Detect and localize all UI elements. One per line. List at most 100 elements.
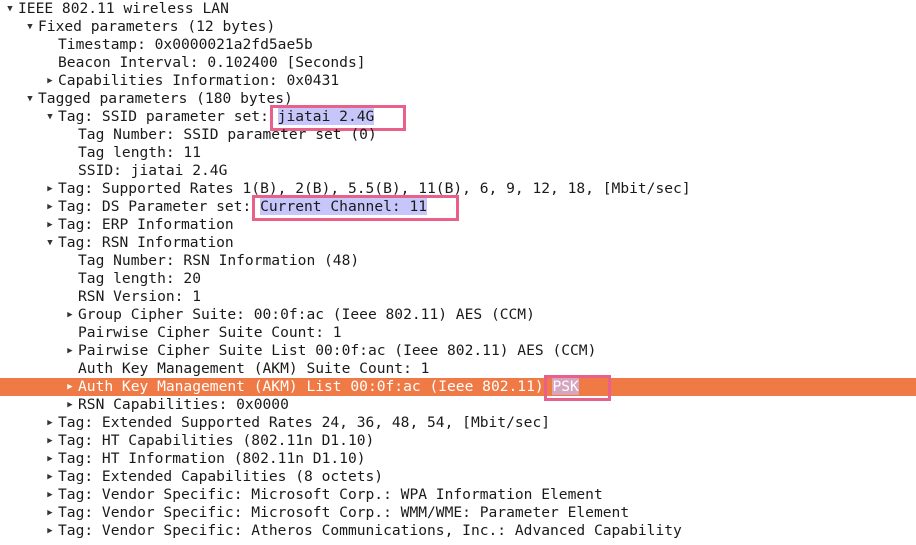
tree-row-label: RSN Version: 1 bbox=[78, 288, 202, 305]
tree-row-text: Tagged parameters (180 bytes) bbox=[38, 90, 293, 108]
tree-row-label: Tag: Supported Rates 1(B), 2(B), 5.5(B),… bbox=[58, 180, 691, 197]
tree-row-label: Tag length: 20 bbox=[78, 270, 202, 287]
tree-row[interactable]: Tag Number: RSN Information (48) bbox=[0, 252, 916, 270]
tree-row[interactable]: Tag length: 20 bbox=[0, 270, 916, 288]
tree-row[interactable]: ▼ IEEE 802.11 wireless LAN bbox=[0, 0, 916, 18]
tree-row-text: Tag: Vendor Specific: Microsoft Corp.: W… bbox=[58, 504, 629, 522]
tree-row-text: Tag: RSN Information bbox=[58, 234, 234, 252]
tree-row[interactable]: Tag Number: SSID parameter set (0) bbox=[0, 126, 916, 144]
tree-row-label: Tag: SSID parameter set: bbox=[58, 108, 278, 125]
collapsed-arrow-icon[interactable]: ▶ bbox=[44, 216, 56, 234]
tree-row-value: PSK bbox=[552, 378, 579, 395]
tree-row[interactable]: Auth Key Management (AKM) Suite Count: 1 bbox=[0, 360, 916, 378]
collapsed-arrow-icon[interactable]: ▶ bbox=[44, 522, 56, 540]
tree-row-text: Tag: ERP Information bbox=[58, 216, 234, 234]
tree-row-text: Tag: SSID parameter set: jiatai 2.4G bbox=[58, 108, 375, 126]
tree-row-text: Tag: Supported Rates 1(B), 2(B), 5.5(B),… bbox=[58, 180, 691, 198]
expanded-arrow-icon[interactable]: ▼ bbox=[4, 0, 16, 18]
tree-row-text: Tag: DS Parameter set: Current Channel: … bbox=[58, 198, 428, 216]
tree-row[interactable]: Pairwise Cipher Suite Count: 1 bbox=[0, 324, 916, 342]
tree-row[interactable]: ▼ Fixed parameters (12 bytes) bbox=[0, 18, 916, 36]
tree-row[interactable]: ▶ Group Cipher Suite: 00:0f:ac (Ieee 802.… bbox=[0, 306, 916, 324]
tree-row-text: Tag: Extended Capabilities (8 octets) bbox=[58, 468, 383, 486]
tree-row-label: Tagged parameters (180 bytes) bbox=[38, 90, 293, 107]
tree-row-label: Tag: Extended Capabilities (8 octets) bbox=[58, 468, 384, 485]
tree-row-label: Beacon Interval: 0.102400 [Seconds] bbox=[58, 54, 366, 71]
collapsed-arrow-icon[interactable]: ▶ bbox=[64, 306, 76, 324]
collapsed-arrow-icon[interactable]: ▶ bbox=[44, 486, 56, 504]
tree-row[interactable]: ▶ Tag: Supported Rates 1(B), 2(B), 5.5(B)… bbox=[0, 180, 916, 198]
tree-row[interactable]: ▼ Tagged parameters (180 bytes) bbox=[0, 90, 916, 108]
tree-row[interactable]: ▶ Tag: Extended Supported Rates 24, 36, 4… bbox=[0, 414, 916, 432]
tree-row[interactable]: ▶ Tag: HT Capabilities (802.11n D1.10) bbox=[0, 432, 916, 450]
tree-row[interactable]: ▶ Pairwise Cipher Suite List 00:0f:ac (Ie… bbox=[0, 342, 916, 360]
tree-row-text: Tag length: 11 bbox=[78, 144, 201, 162]
tree-row[interactable]: ▼ Tag: RSN Information bbox=[0, 234, 916, 252]
tree-row-text: Tag length: 20 bbox=[78, 270, 201, 288]
expanded-arrow-icon[interactable]: ▼ bbox=[44, 108, 56, 126]
collapsed-arrow-icon[interactable]: ▶ bbox=[64, 396, 76, 414]
collapsed-arrow-icon[interactable]: ▶ bbox=[44, 504, 56, 522]
tree-row-label: IEEE 802.11 wireless LAN bbox=[18, 0, 229, 17]
tree-row-text: RSN Capabilities: 0x0000 bbox=[78, 396, 289, 414]
tree-row[interactable]: ▶ Auth Key Management (AKM) List 00:0f:ac… bbox=[0, 378, 916, 396]
tree-row[interactable]: ▶ Tag: Extended Capabilities (8 octets) bbox=[0, 468, 916, 486]
tree-row-text: Tag: Vendor Specific: Atheros Communicat… bbox=[58, 522, 682, 540]
tree-row-label: RSN Capabilities: 0x0000 bbox=[78, 396, 289, 413]
tree-row[interactable]: ▶ Tag: ERP Information bbox=[0, 216, 916, 234]
collapsed-arrow-icon[interactable]: ▶ bbox=[44, 72, 56, 90]
tree-row-label: Tag: Vendor Specific: Microsoft Corp.: W… bbox=[58, 486, 603, 503]
tree-row-value: Current Channel: 11 bbox=[260, 198, 428, 215]
tree-row[interactable]: Tag length: 11 bbox=[0, 144, 916, 162]
collapsed-arrow-icon[interactable]: ▶ bbox=[44, 180, 56, 198]
collapsed-arrow-icon[interactable]: ▶ bbox=[44, 414, 56, 432]
tree-row-text: Timestamp: 0x0000021a2fd5ae5b bbox=[58, 36, 313, 54]
tree-row[interactable]: SSID: jiatai 2.4G bbox=[0, 162, 916, 180]
tree-row-text: SSID: jiatai 2.4G bbox=[78, 162, 227, 180]
tree-row-text: Tag: Extended Supported Rates 24, 36, 48… bbox=[58, 414, 550, 432]
tree-row[interactable]: ▶ Tag: HT Information (802.11n D1.10) bbox=[0, 450, 916, 468]
tree-row-text: Beacon Interval: 0.102400 [Seconds] bbox=[58, 54, 366, 72]
tree-row-text: Tag: HT Information (802.11n D1.10) bbox=[58, 450, 366, 468]
expanded-arrow-icon[interactable]: ▼ bbox=[44, 234, 56, 252]
tree-row-label: Tag: RSN Information bbox=[58, 234, 234, 251]
expanded-arrow-icon[interactable]: ▼ bbox=[24, 90, 36, 108]
collapsed-arrow-icon[interactable]: ▶ bbox=[64, 342, 76, 360]
tree-row-label: Tag: HT Information (802.11n D1.10) bbox=[58, 450, 366, 467]
tree-row-text: Tag Number: RSN Information (48) bbox=[78, 252, 359, 270]
tree-row-label: Tag Number: SSID parameter set (0) bbox=[78, 126, 377, 143]
tree-row-label: Tag: Vendor Specific: Atheros Communicat… bbox=[58, 522, 682, 539]
collapsed-arrow-icon[interactable]: ▶ bbox=[44, 198, 56, 216]
collapsed-arrow-icon[interactable]: ▶ bbox=[64, 378, 76, 396]
tree-row-label: Fixed parameters (12 bytes) bbox=[38, 18, 276, 35]
tree-row-label: SSID: jiatai 2.4G bbox=[78, 162, 228, 179]
tree-row-label: Pairwise Cipher Suite List 00:0f:ac (Iee… bbox=[78, 342, 597, 359]
tree-row-text: Tag: Vendor Specific: Microsoft Corp.: W… bbox=[58, 486, 603, 504]
tree-row[interactable]: Beacon Interval: 0.102400 [Seconds] bbox=[0, 54, 916, 72]
collapsed-arrow-icon[interactable]: ▶ bbox=[44, 450, 56, 468]
tree-row[interactable]: Timestamp: 0x0000021a2fd5ae5b bbox=[0, 36, 916, 54]
tree-row-label: Tag Number: RSN Information (48) bbox=[78, 252, 360, 269]
tree-row-label: Tag: ERP Information bbox=[58, 216, 234, 233]
tree-row[interactable]: ▶ RSN Capabilities: 0x0000 bbox=[0, 396, 916, 414]
tree-row-label: Pairwise Cipher Suite Count: 1 bbox=[78, 324, 342, 341]
tree-row-label: Auth Key Management (AKM) List 00:0f:ac … bbox=[78, 378, 553, 395]
tree-row[interactable]: ▶ Tag: Vendor Specific: Microsoft Corp.: … bbox=[0, 486, 916, 504]
tree-row-label: Group Cipher Suite: 00:0f:ac (Ieee 802.1… bbox=[78, 306, 535, 323]
tree-row[interactable]: ▶ Tag: Vendor Specific: Microsoft Corp.: … bbox=[0, 504, 916, 522]
tree-row-text: Tag: HT Capabilities (802.11n D1.10) bbox=[58, 432, 374, 450]
tree-row-label: Tag: Vendor Specific: Microsoft Corp.: W… bbox=[58, 504, 630, 521]
tree-row[interactable]: RSN Version: 1 bbox=[0, 288, 916, 306]
tree-row-text: Pairwise Cipher Suite Count: 1 bbox=[78, 324, 342, 342]
tree-row[interactable]: ▶ Capabilities Information: 0x0431 bbox=[0, 72, 916, 90]
tree-row[interactable]: ▶ Tag: Vendor Specific: Atheros Communica… bbox=[0, 522, 916, 540]
tree-row[interactable]: ▶ Tag: DS Parameter set: Current Channel:… bbox=[0, 198, 916, 216]
collapsed-arrow-icon[interactable]: ▶ bbox=[44, 432, 56, 450]
collapsed-arrow-icon[interactable]: ▶ bbox=[44, 468, 56, 486]
tree-row-text: Fixed parameters (12 bytes) bbox=[38, 18, 275, 36]
tree-row-label: Tag length: 11 bbox=[78, 144, 202, 161]
tree-row-text: Capabilities Information: 0x0431 bbox=[58, 72, 339, 90]
expanded-arrow-icon[interactable]: ▼ bbox=[24, 18, 36, 36]
tree-row-label: Auth Key Management (AKM) Suite Count: 1 bbox=[78, 360, 430, 377]
tree-row[interactable]: ▼ Tag: SSID parameter set: jiatai 2.4G bbox=[0, 108, 916, 126]
